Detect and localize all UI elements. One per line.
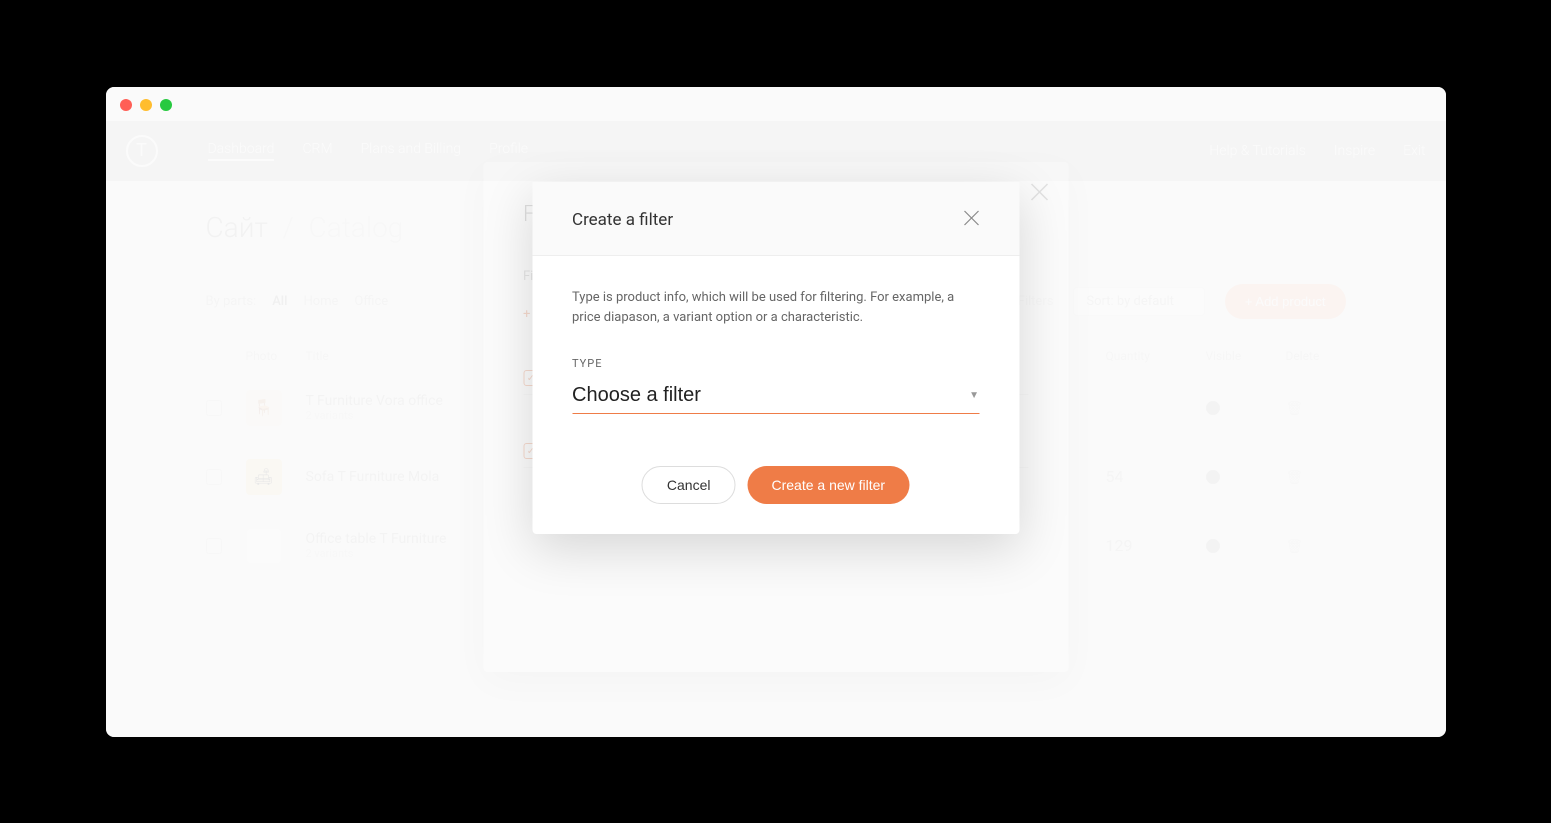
cancel-button[interactable]: Cancel (642, 466, 736, 504)
modal-footer: Cancel Create a new filter (532, 446, 1019, 534)
modal-description: Type is product info, which will be used… (572, 288, 979, 330)
minimize-window-button[interactable] (140, 99, 152, 111)
traffic-lights (120, 99, 172, 111)
close-icon[interactable] (1030, 182, 1048, 206)
type-field-label: TYPE (572, 357, 979, 370)
modal-title: Create a filter (572, 210, 673, 230)
mac-window: T Dashboard CRM Plans and Billing Profil… (106, 87, 1446, 737)
close-window-button[interactable] (120, 99, 132, 111)
select-value: Choose a filter (572, 384, 701, 407)
maximize-window-button[interactable] (160, 99, 172, 111)
chevron-down-icon: ▼ (969, 390, 979, 401)
create-filter-modal: Create a filter Type is product info, wh… (532, 182, 1019, 535)
close-icon[interactable] (963, 210, 979, 231)
create-filter-button[interactable]: Create a new filter (747, 466, 909, 504)
type-select[interactable]: Choose a filter ▼ (572, 378, 979, 414)
modal-header: Create a filter (532, 182, 1019, 256)
modal-body: Type is product info, which will be used… (532, 256, 1019, 447)
